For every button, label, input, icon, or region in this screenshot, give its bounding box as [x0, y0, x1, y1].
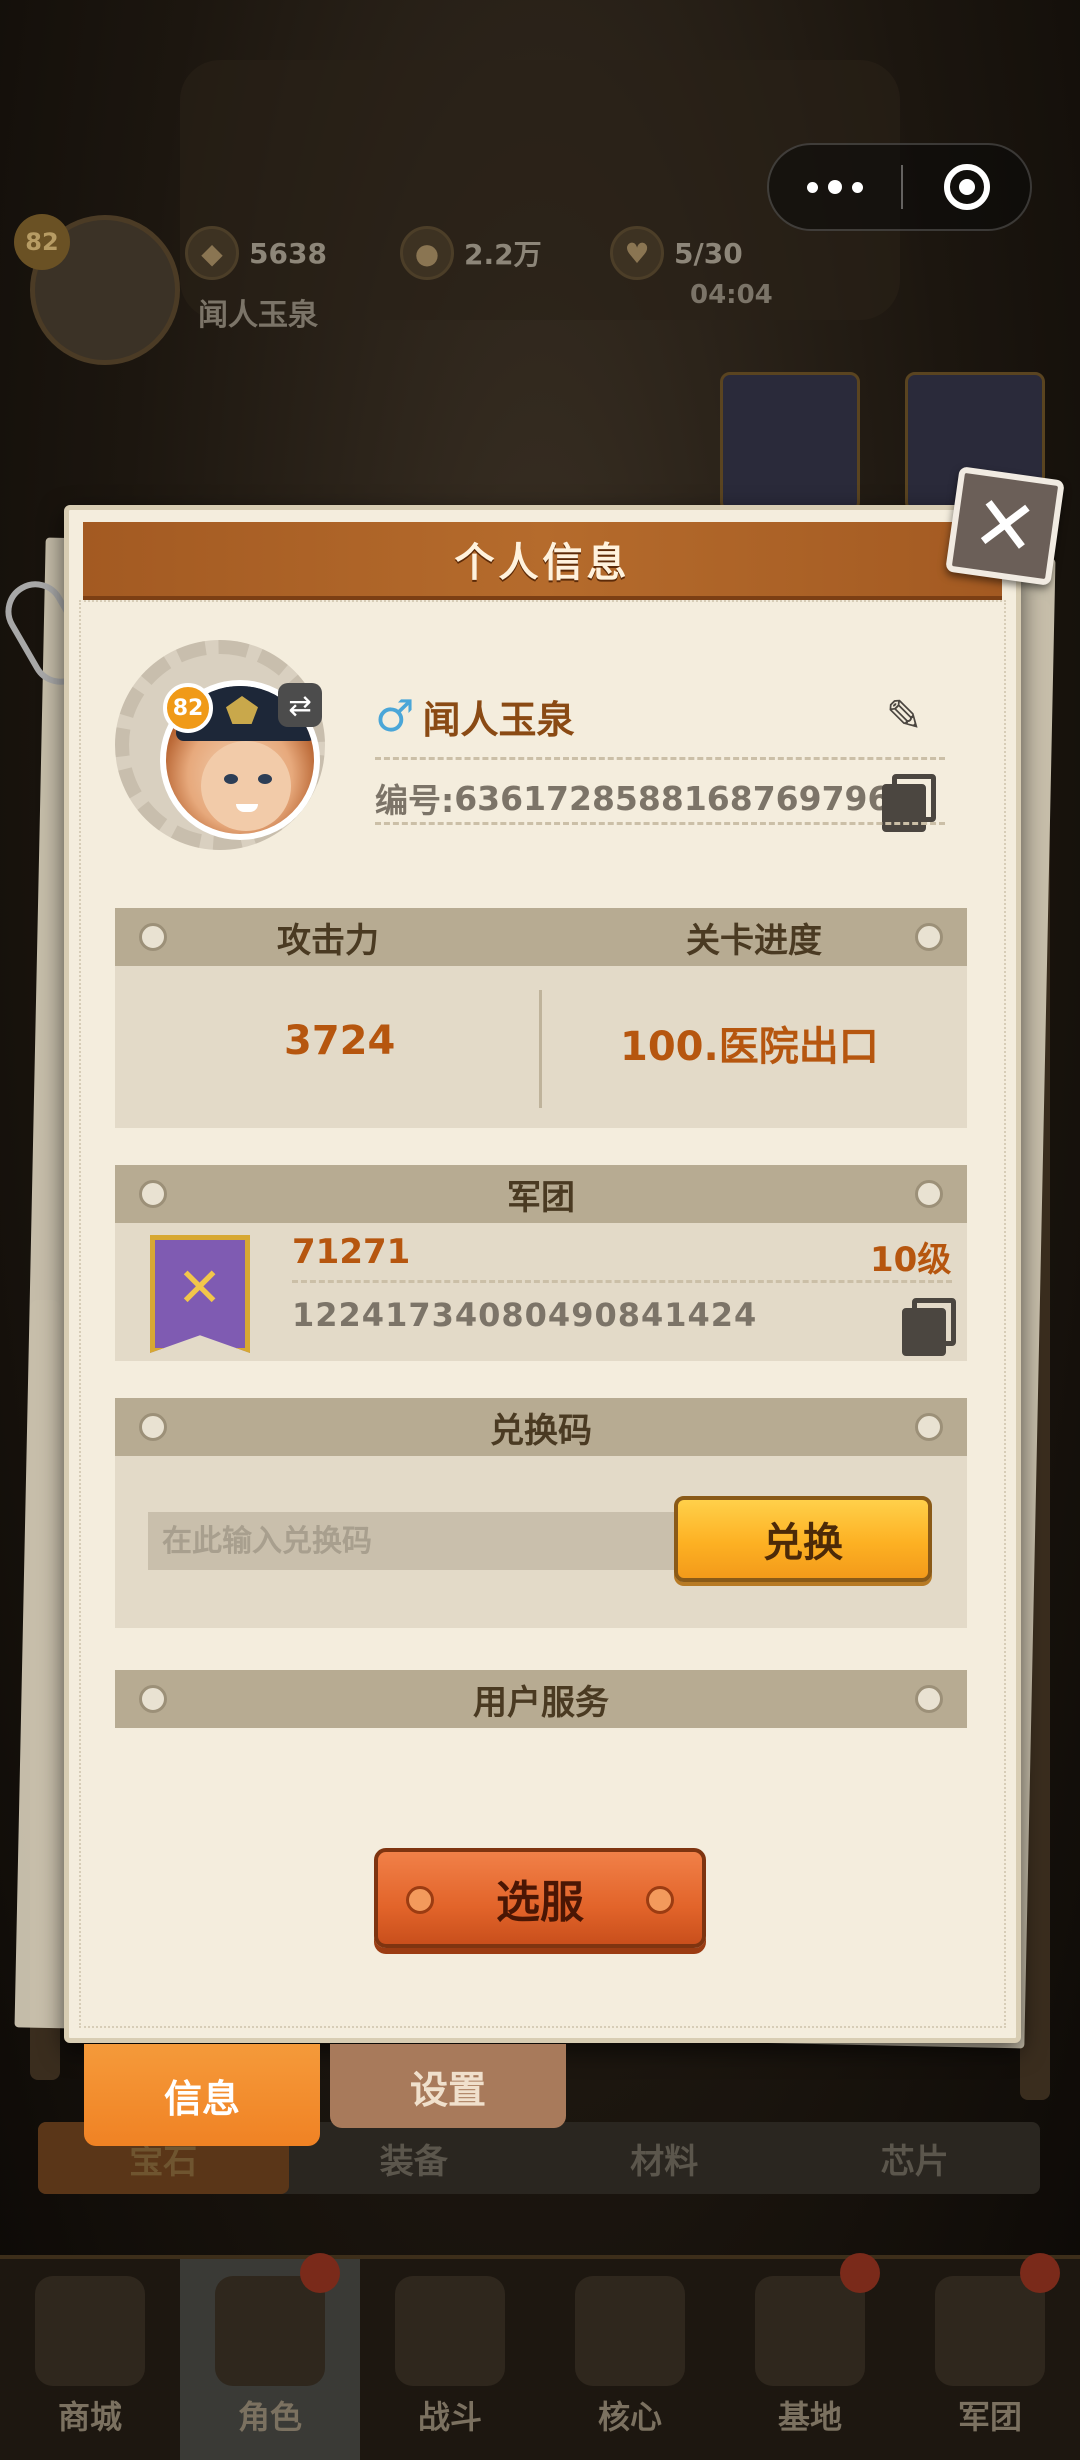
- legion-level: 10级: [870, 1240, 952, 1280]
- notification-dot: [300, 2253, 340, 2293]
- redeem-header-label: 兑换码: [490, 1410, 592, 1451]
- nav-legion: 军团: [900, 2253, 1080, 2460]
- user-service-label: 用户服务: [473, 1682, 609, 1723]
- subtab-material: 材料: [630, 2141, 699, 2182]
- background-timer: 04:04: [690, 280, 773, 310]
- bolt-icon: [139, 1180, 167, 1208]
- user-service-header: 用户服务: [115, 1670, 967, 1728]
- modal-header: 个人信息: [83, 522, 1002, 600]
- bolt-icon: [406, 1886, 434, 1914]
- select-server-label: 选服: [496, 1877, 584, 1928]
- close-miniprogram-icon[interactable]: [903, 164, 1030, 210]
- male-gender-icon: ♂: [375, 690, 415, 742]
- level-badge: 82: [163, 683, 213, 733]
- divider: [375, 822, 945, 825]
- bolt-icon: [139, 1685, 167, 1713]
- subtab-equipment: 装备: [379, 2141, 448, 2182]
- bolt-icon: [646, 1886, 674, 1914]
- resource-coin: ● 2.2万: [400, 225, 542, 281]
- nav-battle: 战斗: [360, 2259, 540, 2460]
- background-player-name: 闻人玉泉: [198, 298, 318, 333]
- player-id-label: 编号:: [375, 781, 455, 820]
- player-id-value: 6361728588168769796: [454, 778, 891, 818]
- stats-divider: [539, 990, 542, 1108]
- attack-value: 3724: [284, 1018, 396, 1064]
- character-icon: [215, 2276, 325, 2386]
- tab-info[interactable]: 信息: [84, 2044, 320, 2146]
- legion-header: 军团: [115, 1165, 967, 1223]
- legion-id: 12241734080490841424: [292, 1296, 758, 1334]
- bolt-icon: [139, 923, 167, 951]
- edit-name-icon[interactable]: ✎: [878, 690, 930, 742]
- nav-character: 角色: [180, 2253, 360, 2460]
- copy-id-icon[interactable]: [882, 774, 936, 832]
- bolt-icon: [915, 923, 943, 951]
- select-server-button[interactable]: 选服: [374, 1848, 706, 1948]
- nav-core: 核心: [540, 2259, 720, 2460]
- resource-stamina: ♥ 5/30: [610, 225, 743, 281]
- close-icon: ✕: [967, 477, 1043, 575]
- switch-avatar-icon[interactable]: ⇄: [278, 683, 322, 727]
- core-icon: [575, 2276, 685, 2386]
- divider: [375, 757, 945, 760]
- modal-title: 个人信息: [454, 540, 631, 586]
- nav-base: 基地: [720, 2253, 900, 2460]
- redeem-header: 兑换码: [115, 1398, 967, 1456]
- name-row: ♂ 闻人玉泉 ✎: [375, 686, 945, 746]
- copy-legion-id-icon[interactable]: [902, 1298, 956, 1356]
- shop-icon: [35, 2276, 145, 2386]
- redeem-button[interactable]: 兑换: [674, 1496, 932, 1582]
- player-id-row: 编号: 6361728588168769796: [375, 770, 945, 832]
- more-menu-icon[interactable]: [769, 145, 901, 229]
- legion-icon: [935, 2276, 1045, 2386]
- stats-header: 攻击力 关卡进度: [115, 908, 967, 966]
- attack-label: 攻击力: [277, 920, 379, 961]
- bolt-icon: [139, 1413, 167, 1441]
- resource-diamond: ◆ 5638: [185, 225, 327, 281]
- redeem-code-input[interactable]: [148, 1512, 680, 1570]
- bolt-icon: [915, 1413, 943, 1441]
- mini-program-capsule: [767, 143, 1032, 231]
- stage-progress-label: 关卡进度: [686, 920, 822, 961]
- meat-stamina-icon: ♥: [610, 226, 664, 280]
- notification-dot: [840, 2253, 880, 2293]
- close-button[interactable]: ✕: [945, 466, 1065, 586]
- player-name: 闻人玉泉: [422, 697, 575, 742]
- bottom-nav: 商城 角色 战斗 核心 基地 军团: [0, 2253, 1080, 2460]
- coin-icon: ●: [400, 226, 454, 280]
- background-card: [720, 372, 860, 512]
- tab-settings[interactable]: 设置: [330, 2044, 566, 2128]
- divider: [292, 1280, 952, 1283]
- diamond-icon: ◆: [185, 226, 239, 280]
- stage-progress-value: 100.医院出口: [620, 1024, 879, 1070]
- base-icon: [755, 2276, 865, 2386]
- bolt-icon: [915, 1685, 943, 1713]
- battle-icon: [395, 2276, 505, 2386]
- bolt-icon: [915, 1180, 943, 1208]
- subtab-chip: 芯片: [880, 2141, 949, 2182]
- legion-header-label: 军团: [507, 1177, 575, 1218]
- legion-name: 71271: [292, 1232, 411, 1272]
- nav-shop: 商城: [0, 2259, 180, 2460]
- notification-dot: [1020, 2253, 1060, 2293]
- background-level-badge: 82: [14, 214, 70, 270]
